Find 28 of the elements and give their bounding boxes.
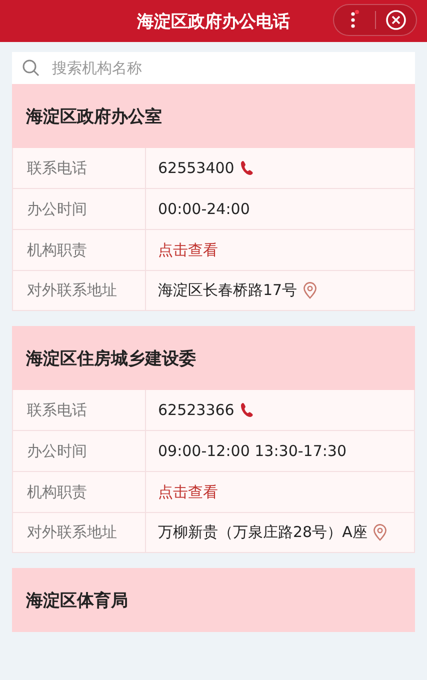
field-label: 机构职责: [27, 240, 87, 260]
search-icon: [22, 59, 40, 77]
field-value: 万柳新贵（万泉庄路28号）A座: [158, 523, 368, 542]
close-icon: [384, 9, 407, 31]
location-pin-icon[interactable]: [373, 524, 388, 541]
location-pin-icon[interactable]: [303, 282, 318, 299]
field-value: 00:00-24:00: [158, 200, 250, 218]
phone-icon[interactable]: [240, 160, 254, 176]
field-label: 办公时间: [27, 442, 87, 460]
org-name: 海淀区住房城乡建设委: [26, 348, 196, 370]
field-label: 办公时间: [27, 200, 87, 218]
view-link[interactable]: 点击查看: [158, 240, 218, 260]
more-icon: [349, 10, 360, 30]
field-label: 机构职责: [27, 482, 87, 502]
field-value: 62523366: [158, 401, 234, 419]
phone-icon[interactable]: [240, 402, 254, 418]
field-label: 对外联系地址: [27, 523, 117, 542]
field-value: 62553400: [158, 159, 234, 177]
field-value: 09:00-12:00 13:30-17:30: [158, 442, 347, 460]
field-label: 联系电话: [27, 158, 87, 178]
page-title: 海淀区政府办公电话: [137, 10, 290, 32]
view-link[interactable]: 点击查看: [158, 482, 218, 502]
field-label: 联系电话: [27, 400, 87, 420]
org-name: 海淀区体育局: [26, 590, 128, 612]
search-field[interactable]: 搜索机构名称: [12, 52, 415, 84]
field-value: 海淀区长春桥路17号: [158, 281, 298, 300]
field-label: 对外联系地址: [27, 281, 117, 300]
org-name: 海淀区政府办公室: [26, 106, 162, 128]
